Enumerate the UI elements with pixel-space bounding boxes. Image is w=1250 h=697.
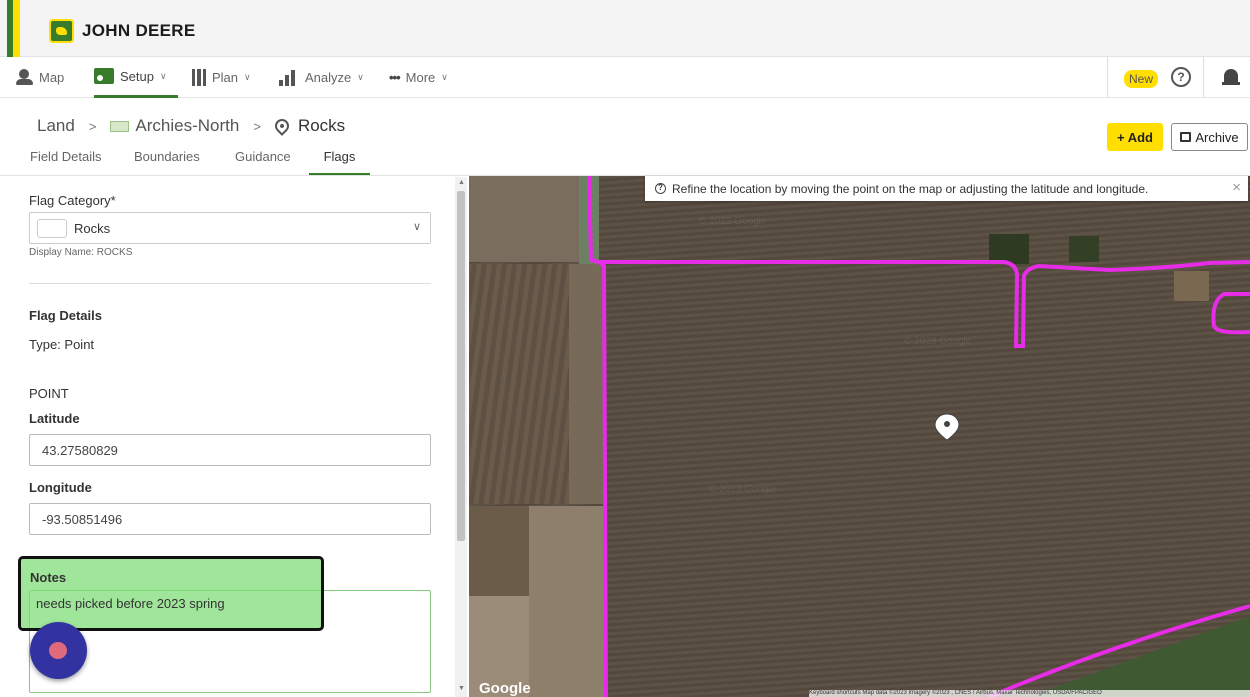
map-tip-banner: ? Refine the location by moving the poin… — [645, 176, 1248, 201]
main-nav: Map Setup ∨ Plan ∨ Analyze ∨ ••• More ∨ — [0, 57, 1250, 98]
notifications-bell-icon[interactable] — [1222, 68, 1240, 88]
flag-type-text: Type: Point — [29, 337, 95, 352]
breadcrumb-current: Rocks — [297, 116, 346, 135]
nav-setup-label: Setup — [120, 68, 154, 84]
map-tip-text: Refine the location by moving the point … — [672, 181, 1149, 196]
notes-label: Notes — [30, 570, 67, 585]
scroll-up-icon[interactable]: ▲ — [458, 179, 465, 186]
chevron-down-icon: ∨ — [159, 70, 167, 81]
chevron-down-icon: ∨ — [244, 72, 251, 82]
john-deere-logo[interactable]: JOHN DEERE — [49, 19, 196, 43]
close-icon[interactable]: × — [1232, 179, 1241, 196]
nav-divider — [1107, 57, 1108, 98]
record-dot-icon — [49, 642, 67, 659]
category-color-swatch — [37, 219, 67, 238]
info-icon: ? — [655, 183, 666, 194]
panel-scrollbar[interactable]: ▲ ▼ — [455, 177, 467, 697]
top-header: JOHN DEERE — [0, 0, 1250, 57]
display-name-text: Display Name: ROCKS — [29, 247, 133, 258]
breadcrumb-land[interactable]: Land — [37, 116, 75, 136]
nav-map-label: Map — [39, 70, 65, 85]
nav-setup[interactable]: Setup ∨ — [94, 57, 178, 98]
satellite-map[interactable]: © 2023 Google © 2023 Google © 2023 Googl… — [469, 176, 1250, 697]
add-button[interactable]: + Add — [1107, 123, 1163, 151]
tab-flags[interactable]: Flags — [309, 149, 370, 176]
longitude-label: Longitude — [29, 480, 92, 495]
analyze-chart-icon — [279, 69, 299, 86]
chevron-right-icon: > — [253, 118, 261, 134]
nav-more[interactable]: ••• More ∨ — [389, 57, 448, 98]
flag-category-label: Flag Category* — [29, 193, 116, 208]
map-person-icon — [16, 69, 33, 86]
nav-map[interactable]: Map — [16, 57, 64, 98]
nav-plan[interactable]: Plan ∨ — [192, 57, 251, 98]
location-pin-icon — [272, 116, 292, 136]
flag-category-select[interactable]: Rocks ∨ — [29, 212, 431, 244]
scroll-thumb[interactable] — [457, 191, 465, 541]
record-fab-button[interactable] — [30, 622, 87, 679]
latitude-field[interactable]: 43.27580829 — [29, 434, 431, 466]
archive-icon — [1180, 132, 1192, 142]
map-imagery: © 2023 Google © 2023 Google © 2023 Googl… — [469, 176, 1250, 697]
scroll-down-icon[interactable]: ▼ — [458, 685, 465, 692]
help-icon[interactable]: ? — [1171, 67, 1191, 87]
breadcrumb-field[interactable]: Archies-North — [135, 116, 239, 136]
archive-button[interactable]: Archive — [1171, 123, 1248, 151]
svg-text:© 2023 Google: © 2023 Google — [709, 484, 777, 495]
chevron-down-icon: ∨ — [357, 72, 364, 82]
tab-guidance[interactable]: Guidance — [235, 149, 291, 176]
chevron-down-icon: ∨ — [412, 221, 421, 233]
svg-text:© 2023 Google: © 2023 Google — [904, 336, 972, 347]
latitude-label: Latitude — [29, 411, 80, 426]
svg-text:© 2023 Google: © 2023 Google — [699, 216, 767, 227]
nav-plan-label: Plan — [212, 70, 239, 85]
chevron-down-icon: ∨ — [441, 72, 448, 82]
longitude-field[interactable]: -93.50851496 — [29, 503, 431, 535]
flag-details-title: Flag Details — [29, 308, 102, 323]
nav-more-label: More — [405, 70, 436, 85]
field-tabs: Field Details Boundaries Guidance Flags — [0, 149, 470, 176]
nav-analyze-label: Analyze — [305, 70, 352, 85]
map-attribution[interactable]: Keyboard shortcuts Map data ©2023 Imager… — [809, 690, 1250, 697]
google-logo: Google — [479, 680, 531, 697]
deer-logo-icon — [49, 19, 74, 43]
brand-name: JOHN DEERE — [82, 21, 196, 40]
more-dots-icon: ••• — [389, 70, 401, 85]
chevron-right-icon: > — [88, 118, 97, 134]
point-heading: POINT — [29, 386, 69, 401]
new-badge[interactable]: New — [1124, 70, 1159, 88]
field-icon — [110, 120, 130, 132]
tab-field-details[interactable]: Field Details — [30, 149, 102, 176]
breadcrumb: Land > Archies-North > Rocks — [37, 116, 345, 136]
nav-analyze[interactable]: Analyze ∨ — [279, 57, 364, 98]
notes-value[interactable]: needs picked before 2023 spring — [36, 596, 225, 611]
brand-stripe-yellow — [13, 0, 20, 57]
setup-icon — [94, 68, 114, 84]
archive-label: Archive — [1195, 129, 1239, 145]
notes-highlight-box — [18, 556, 324, 631]
tab-boundaries[interactable]: Boundaries — [134, 149, 200, 176]
nav-divider — [1203, 57, 1204, 98]
section-divider — [29, 283, 431, 284]
flag-category-value: Rocks — [74, 221, 111, 236]
plan-icon — [192, 69, 206, 86]
